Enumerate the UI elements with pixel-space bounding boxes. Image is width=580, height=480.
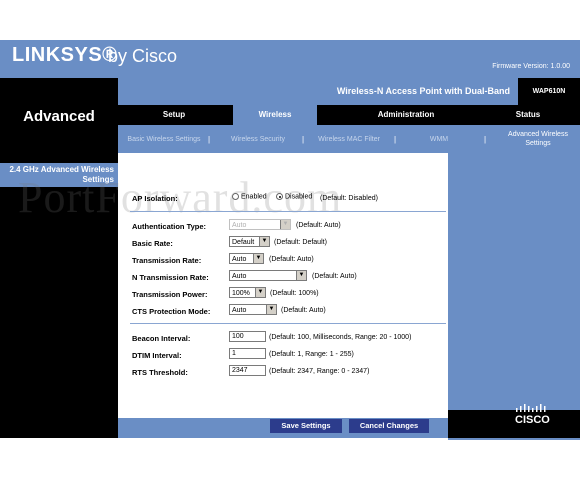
radio-disabled[interactable]: [276, 193, 283, 200]
basic-rate-value: Default: [232, 239, 255, 246]
beacon-label: Beacon Interval:: [132, 334, 191, 343]
chevron-down-icon: ▼: [253, 254, 263, 263]
beacon-input[interactable]: 100: [229, 331, 266, 342]
rts-note: (Default: 2347, Range: 0 - 2347): [269, 368, 370, 375]
cts-value: Auto: [232, 307, 247, 314]
basic-rate-select[interactable]: Default ▼: [229, 236, 270, 247]
chevron-down-icon: ▼: [259, 237, 269, 246]
tab-setup[interactable]: Setup: [118, 105, 230, 125]
right-footer: [448, 410, 580, 438]
tab-status[interactable]: Status: [478, 105, 578, 125]
model-badge: WAP610N: [518, 78, 580, 105]
subnav-separator: |: [208, 135, 211, 144]
chevron-down-icon: ▼: [280, 220, 290, 229]
chevron-down-icon: ▼: [255, 288, 265, 297]
beacon-note: (Default: 100, Milliseconds, Range: 20 -…: [269, 334, 412, 341]
ap-isolation-label: AP Isolation:: [132, 194, 178, 203]
auth-type-value: Auto: [232, 222, 247, 229]
right-panel: [448, 153, 580, 440]
page-title: Advanced: [23, 108, 95, 125]
n-tx-rate-value: Auto: [232, 273, 247, 280]
subnav-wireless-security[interactable]: Wireless Security: [218, 125, 298, 153]
radio-enabled[interactable]: [232, 193, 239, 200]
subnav-advanced-wireless[interactable]: Advanced Wireless Settings: [498, 125, 578, 153]
dtim-label: DTIM Interval:: [132, 351, 182, 360]
n-tx-rate-label: N Transmission Rate:: [132, 273, 209, 282]
linksys-logo: LINKSYS®: [12, 44, 118, 66]
rts-input[interactable]: 2347: [229, 365, 266, 376]
n-tx-rate-note: (Default: Auto): [312, 273, 357, 280]
tx-rate-note: (Default: Auto): [269, 256, 314, 263]
subnav-mac-filter[interactable]: Wireless MAC Filter: [314, 125, 384, 153]
ap-isolation-enabled-option[interactable]: Enabled: [232, 193, 267, 200]
subnav-basic-wireless[interactable]: Basic Wireless Settings: [124, 125, 204, 153]
radio-disabled-label: Disabled: [285, 193, 313, 201]
model-number: WAP610N: [532, 88, 566, 95]
chevron-down-icon: ▼: [266, 305, 276, 314]
tx-rate-select[interactable]: Auto ▼: [229, 253, 264, 264]
tab-wireless[interactable]: Wireless: [233, 102, 317, 125]
cisco-bars-svg: [516, 404, 546, 412]
subnav-separator: |: [484, 135, 487, 144]
basic-rate-note: (Default: Default): [274, 239, 327, 246]
cts-select[interactable]: Auto ▼: [229, 304, 277, 315]
cts-note: (Default: Auto): [281, 307, 326, 314]
cancel-changes-button[interactable]: Cancel Changes: [349, 419, 429, 433]
left-column: [0, 78, 118, 438]
tab-administration[interactable]: Administration: [336, 105, 476, 125]
by-cisco-logo: by Cisco: [108, 46, 178, 66]
chevron-down-icon: ▼: [296, 271, 306, 280]
tx-power-label: Transmission Power:: [132, 290, 208, 299]
tx-rate-value: Auto: [232, 256, 247, 263]
dtim-input[interactable]: 1: [229, 348, 266, 359]
basic-rate-label: Basic Rate:: [132, 239, 173, 248]
cisco-logo-text: CISCO: [515, 414, 550, 426]
cts-label: CTS Protection Mode:: [132, 307, 211, 316]
auth-type-label: Authentication Type:: [132, 222, 207, 231]
firmware-version: Firmware Version: 1.0.00: [492, 63, 570, 70]
tx-power-value: 100%: [232, 290, 250, 297]
auth-type-note: (Default: Auto): [296, 222, 341, 229]
tx-power-note: (Default: 100%): [270, 290, 319, 297]
radio-enabled-label: Enabled: [241, 193, 267, 201]
n-tx-rate-select[interactable]: Auto ▼: [229, 270, 307, 281]
subnav-wmm[interactable]: WMM: [414, 125, 464, 153]
dtim-note: (Default: 1, Range: 1 - 255): [269, 351, 354, 358]
subnav-separator: |: [394, 135, 397, 144]
subnav-separator: |: [302, 135, 305, 144]
main-tabs: Setup Wireless Administration Status: [118, 102, 580, 125]
auth-type-select[interactable]: Auto ▼: [229, 219, 291, 230]
save-settings-button[interactable]: Save Settings: [270, 419, 342, 433]
divider: [130, 211, 446, 212]
divider: [130, 323, 446, 324]
tx-power-select[interactable]: 100% ▼: [229, 287, 266, 298]
ap-isolation-note: (Default: Disabled): [320, 195, 378, 202]
ap-isolation-disabled-option[interactable]: Disabled: [276, 193, 312, 200]
sub-nav: Basic Wireless Settings | Wireless Secur…: [118, 125, 580, 153]
product-name: Wireless-N Access Point with Dual-Band: [336, 86, 510, 96]
tx-rate-label: Transmission Rate:: [132, 256, 202, 265]
rts-label: RTS Threshold:: [132, 368, 188, 377]
